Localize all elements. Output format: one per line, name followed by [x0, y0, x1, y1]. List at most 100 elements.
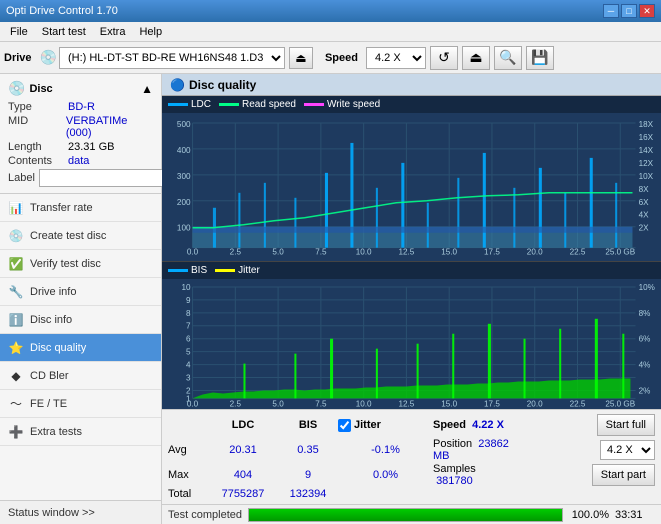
- svg-text:6: 6: [186, 334, 191, 343]
- disc-info-icon: ℹ️: [8, 312, 24, 328]
- stats-total-ldc: 7755287: [208, 488, 278, 500]
- read-speed-legend-color: [219, 103, 239, 106]
- disc-expand-icon[interactable]: ▲: [141, 82, 153, 96]
- stats-samples-label: Samples 381780: [433, 463, 513, 487]
- disc-panel-title: Disc: [29, 83, 52, 95]
- svg-text:16X: 16X: [639, 133, 654, 142]
- svg-text:5.0: 5.0: [272, 399, 284, 408]
- stats-max-bis: 9: [278, 469, 338, 481]
- sidebar-item-create-test-disc[interactable]: 💿 Create test disc: [0, 222, 161, 250]
- sidebar-item-extra-tests[interactable]: ➕ Extra tests: [0, 418, 161, 446]
- eject2-button[interactable]: ⏏: [462, 46, 490, 70]
- svg-text:7.5: 7.5: [315, 399, 327, 408]
- progress-label: Test completed: [168, 509, 242, 521]
- svg-text:2%: 2%: [639, 386, 651, 395]
- drive-info-icon: 🔧: [8, 284, 24, 300]
- sidebar-item-verify-test-disc[interactable]: ✅ Verify test disc: [0, 250, 161, 278]
- sidebar-item-transfer-rate[interactable]: 📊 Transfer rate: [0, 194, 161, 222]
- svg-text:12X: 12X: [639, 159, 654, 168]
- speed-select-stats[interactable]: 4.2 X: [600, 440, 655, 460]
- status-window-button[interactable]: Status window >>: [0, 500, 161, 524]
- minimize-button[interactable]: ─: [603, 4, 619, 18]
- progress-bar-fill: [249, 509, 562, 521]
- quality-header-title: Disc quality: [189, 78, 256, 92]
- svg-text:14X: 14X: [639, 146, 654, 155]
- stats-max-label: Max: [168, 469, 208, 481]
- disc-mid-row: MID VERBATIMe (000): [8, 115, 153, 139]
- start-full-button[interactable]: Start full: [597, 414, 655, 436]
- disc-type-row: Type BD-R: [8, 101, 153, 113]
- titlebar-title: Opti Drive Control 1.70: [6, 5, 118, 17]
- svg-text:17.5: 17.5: [484, 399, 500, 408]
- svg-text:18X: 18X: [639, 120, 654, 129]
- sidebar-item-cd-bler[interactable]: ◆ CD Bler: [0, 362, 161, 390]
- sidebar-item-disc-quality[interactable]: ⭐ Disc quality: [0, 334, 161, 362]
- jitter-checkbox[interactable]: [338, 419, 351, 432]
- drive-select[interactable]: (H:) HL-DT-ST BD-RE WH16NS48 1.D3: [59, 47, 285, 69]
- sidebar-item-label-transfer-rate: Transfer rate: [30, 202, 93, 214]
- legend-jitter: Jitter: [215, 265, 260, 276]
- svg-text:2.5: 2.5: [230, 248, 242, 257]
- svg-text:200: 200: [177, 198, 191, 207]
- menu-start-test[interactable]: Start test: [36, 24, 92, 40]
- svg-text:8X: 8X: [639, 185, 650, 194]
- stats-avg-row: Avg 20.31 0.35 -0.1% Position 23862 MB 4…: [168, 438, 655, 462]
- ldc-legend-color: [168, 103, 188, 106]
- legend-ldc: LDC: [168, 99, 211, 110]
- stats-samples-val: 381780: [436, 475, 473, 487]
- stats-header-row: LDC BIS Jitter Speed 4.22 X Start full: [168, 414, 655, 436]
- svg-text:7: 7: [186, 321, 191, 330]
- charts-area: LDC Read speed Write speed: [162, 96, 661, 409]
- disc-length-value: 23.31 GB: [68, 141, 114, 153]
- sidebar-item-label-create-test-disc: Create test disc: [30, 230, 106, 242]
- drive-label: Drive: [4, 52, 32, 64]
- eject-button[interactable]: ⏏: [289, 47, 313, 69]
- sidebar: 💿 Disc ▲ Type BD-R MID VERBATIMe (000) L…: [0, 74, 162, 524]
- speed-select[interactable]: 4.2 X: [366, 47, 426, 69]
- stats-speed-val: 4.22 X: [472, 419, 504, 431]
- disc-type-value: BD-R: [68, 101, 95, 113]
- sidebar-item-fe-te[interactable]: 〜 FE / TE: [0, 390, 161, 418]
- stats-bis-header: BIS: [278, 419, 338, 431]
- svg-text:15.0: 15.0: [441, 399, 457, 408]
- menu-extra[interactable]: Extra: [94, 24, 132, 40]
- svg-text:10.0: 10.0: [356, 399, 372, 408]
- save-button[interactable]: 💾: [526, 46, 554, 70]
- close-button[interactable]: ✕: [639, 4, 655, 18]
- stats-max-ldc: 404: [208, 469, 278, 481]
- svg-text:100: 100: [177, 224, 191, 233]
- chart2-svg: 10 9 8 7 6 5 4 3 2 1 10% 8% 6% 4% 2%: [162, 279, 661, 408]
- disc-panel: 💿 Disc ▲ Type BD-R MID VERBATIMe (000) L…: [0, 74, 161, 194]
- stats-avg-bis: 0.35: [278, 444, 338, 456]
- stats-ldc-header: LDC: [208, 419, 278, 431]
- disc-quality-icon: ⭐: [8, 340, 24, 356]
- progress-percent: 100.0%: [569, 509, 609, 521]
- stats-position-label: Position 23862 MB: [433, 438, 513, 462]
- svg-text:400: 400: [177, 146, 191, 155]
- legend-bis: BIS: [168, 265, 207, 276]
- extra-tests-icon: ➕: [8, 424, 24, 440]
- drivebar: Drive 💿 (H:) HL-DT-ST BD-RE WH16NS48 1.D…: [0, 42, 661, 74]
- sidebar-item-label-verify-test-disc: Verify test disc: [30, 258, 101, 270]
- svg-text:17.5: 17.5: [484, 248, 500, 257]
- disc-label-input[interactable]: [39, 169, 177, 187]
- disc-type-label: Type: [8, 101, 68, 113]
- maximize-button[interactable]: □: [621, 4, 637, 18]
- scan-button[interactable]: 🔍: [494, 46, 522, 70]
- stats-total-label: Total: [168, 488, 208, 500]
- svg-text:500: 500: [177, 120, 191, 129]
- stats-speed-header: Speed 4.22 X: [433, 419, 513, 431]
- progress-area: Test completed 100.0% 33:31: [162, 504, 661, 524]
- menu-file[interactable]: File: [4, 24, 34, 40]
- start-part-button[interactable]: Start part: [592, 464, 655, 486]
- cd-bler-icon: ◆: [8, 368, 24, 384]
- sidebar-item-drive-info[interactable]: 🔧 Drive info: [0, 278, 161, 306]
- refresh-button[interactable]: ↺: [430, 46, 458, 70]
- sidebar-item-disc-info[interactable]: ℹ️ Disc info: [0, 306, 161, 334]
- disc-length-label: Length: [8, 141, 68, 153]
- menu-help[interactable]: Help: [133, 24, 168, 40]
- disc-length-row: Length 23.31 GB: [8, 141, 153, 153]
- legend-read-speed-label: Read speed: [242, 99, 296, 110]
- disc-label-row: Label 🔍: [8, 169, 153, 187]
- create-test-disc-icon: 💿: [8, 228, 24, 244]
